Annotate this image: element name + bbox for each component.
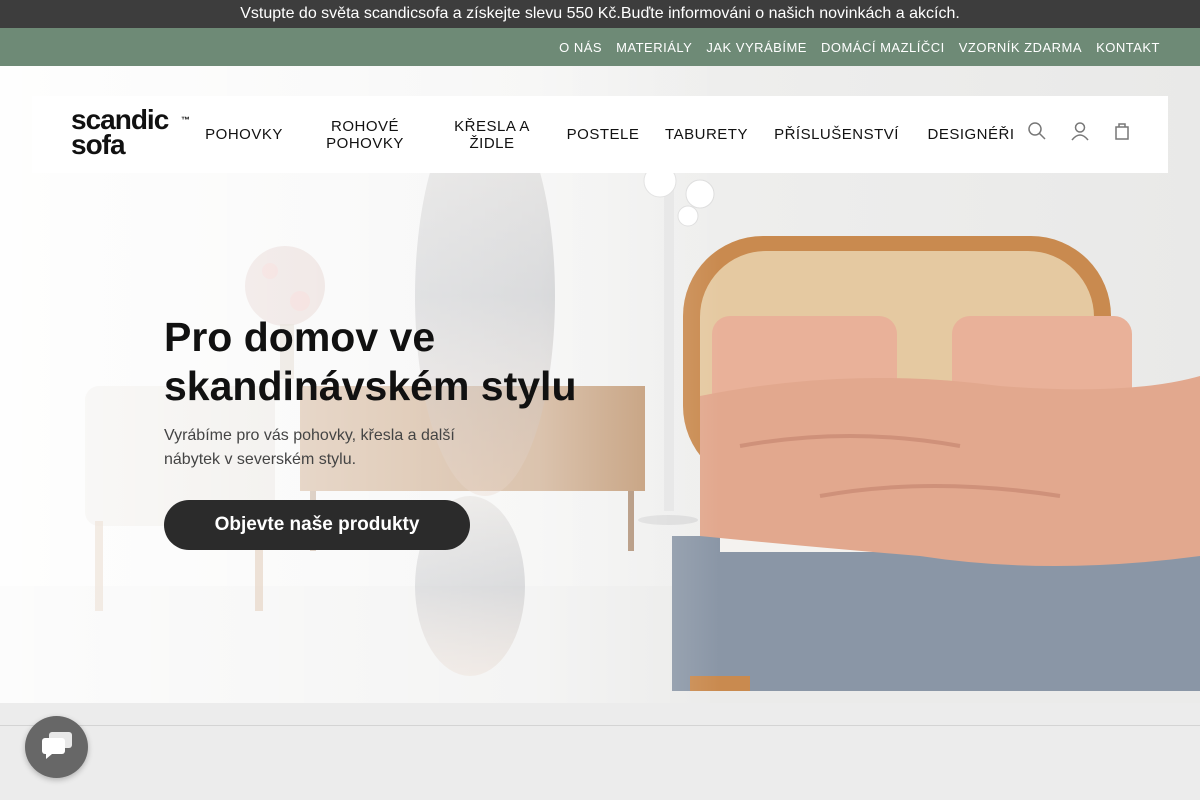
header-icons [1027, 121, 1132, 141]
discover-products-button[interactable]: Objevte naše produkty [164, 500, 470, 550]
secondary-nav-free-samples[interactable]: VZORNÍK ZDARMA [959, 40, 1082, 55]
secondary-nav-about[interactable]: O NÁS [559, 40, 602, 55]
secondary-nav-materials[interactable]: MATERIÁLY [616, 40, 692, 55]
section-divider [0, 725, 1200, 726]
main-nav: POHOVKY ROHOVÉ POHOVKY KŘESLA A ŽIDLE PO… [189, 96, 1017, 173]
hero-subtitle-line2: nábytek v severském stylu. [164, 451, 357, 468]
main-nav-accessories-label: PŘÍSLUŠENSTVÍ [774, 126, 899, 143]
chat-icon [40, 730, 74, 765]
main-nav-sofas-label: POHOVKY [205, 126, 283, 143]
account-icon[interactable] [1070, 121, 1090, 141]
hero-title-line2: skandinávském stylu [164, 363, 577, 409]
site-header: scandic sofa ™ POHOVKY ROHOVÉ POHOVKY KŘ… [32, 96, 1168, 173]
main-nav-accessories[interactable]: PŘÍSLUŠENSTVÍ [774, 126, 899, 143]
main-nav-corner-sofas-label-1: ROHOVÉ [330, 117, 399, 135]
hero-title: Pro domov ve skandinávském stylu [164, 313, 684, 411]
chat-button[interactable] [25, 716, 88, 778]
main-nav-beds[interactable]: POSTELE [564, 126, 642, 143]
secondary-nav-how-we-make[interactable]: JAK VYRÁBÍME [706, 40, 807, 55]
main-nav-sofas[interactable]: POHOVKY [204, 126, 284, 143]
search-icon[interactable] [1027, 121, 1047, 141]
main-nav-armchairs-label-2: ŽIDLE [469, 134, 515, 152]
main-nav-corner-sofas-label-2: POHOVKY [326, 134, 404, 152]
main-nav-corner-sofas[interactable]: ROHOVÉ POHOVKY [320, 118, 410, 152]
promo-text[interactable]: Vstupte do světa scandicsofa a získejte … [240, 5, 960, 23]
discover-products-label: Objevte naše produkty [214, 514, 420, 535]
logo[interactable]: scandic sofa ™ [71, 106, 201, 163]
logo-line2: sofa [71, 129, 126, 160]
main-nav-designers[interactable]: DESIGNÉŘI [925, 126, 1017, 143]
cart-icon[interactable] [1112, 121, 1132, 141]
hero-title-line1: Pro domov ve [164, 314, 436, 360]
promo-bar[interactable]: Vstupte do světa scandicsofa a získejte … [0, 0, 1200, 28]
hero-subtitle: Vyrábíme pro vás pohovky, křesla a další… [164, 424, 484, 472]
main-nav-armchairs-label-1: KŘESLA A [454, 117, 530, 135]
main-nav-designers-label: DESIGNÉŘI [927, 126, 1015, 143]
main-nav-stools-label: TABURETY [665, 126, 748, 143]
main-nav-armchairs[interactable]: KŘESLA A ŽIDLE [447, 118, 537, 152]
secondary-nav: O NÁS MATERIÁLY JAK VYRÁBÍME DOMÁCÍ MAZL… [0, 28, 1200, 66]
secondary-nav-pets[interactable]: DOMÁCÍ MAZLÍČCI [821, 40, 945, 55]
hero-subtitle-line1: Vyrábíme pro vás pohovky, křesla a další [164, 427, 455, 444]
main-nav-beds-label: POSTELE [566, 126, 640, 143]
secondary-nav-contact[interactable]: KONTAKT [1096, 40, 1160, 55]
main-nav-stools[interactable]: TABURETY [664, 126, 749, 143]
